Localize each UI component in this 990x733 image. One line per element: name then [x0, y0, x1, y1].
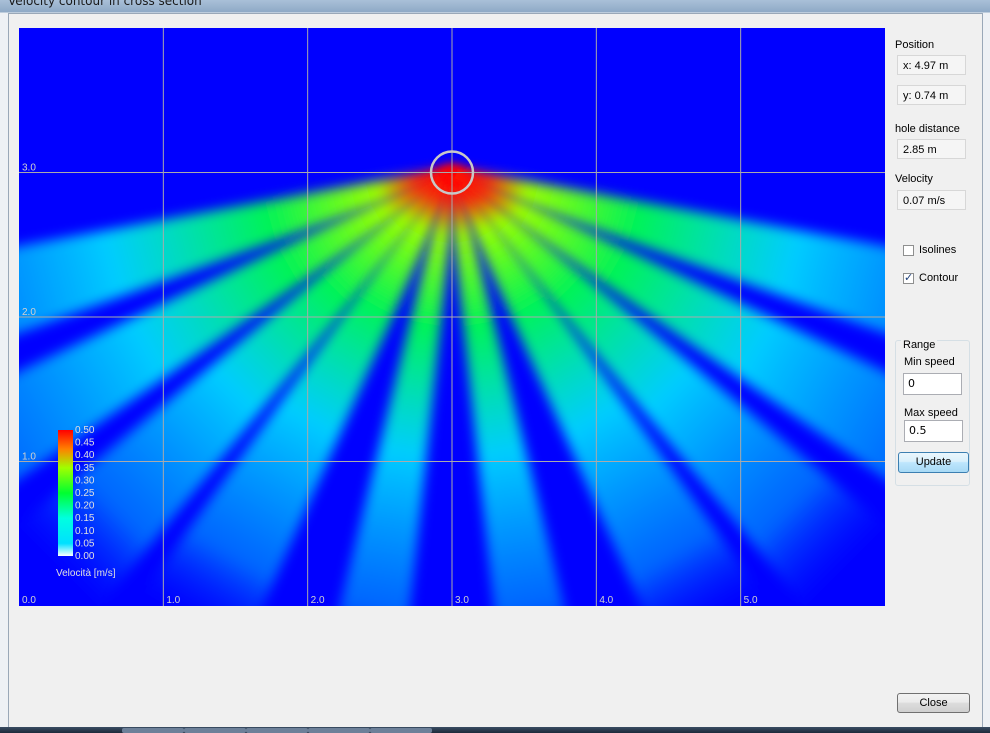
x-tick-label: 0.0	[22, 595, 36, 606]
colorbar-tick-label: 0.25	[75, 488, 95, 499]
range-group-label: Range	[901, 339, 938, 351]
min-speed-label: Min speed	[904, 356, 955, 368]
position-label: Position	[895, 39, 935, 51]
x-tick-label: 2.0	[311, 595, 325, 606]
contour-checkbox-box[interactable]	[903, 271, 914, 284]
taskbar-button[interactable]	[370, 728, 432, 733]
contour-checkbox-label: Contour	[919, 272, 959, 284]
colorbar-tick-label: 0.50	[75, 425, 95, 436]
colorbar-tick-label: 0.45	[75, 438, 95, 449]
velocity-label: Velocity	[895, 173, 933, 185]
contour-chart[interactable]: 0.0 1.0 2.0 3.0 4.0 5.0 1.0 2.0 3.0 0.50 0.450.40 0…	[19, 28, 885, 606]
velocity-readout: 0.07 m/s	[897, 190, 966, 210]
max-speed-label: Max speed	[904, 407, 958, 419]
app-window: Velocity contour in cross section 0.0 1.0…	[0, 0, 990, 733]
colorbar-tick-label: 0.20	[75, 501, 95, 512]
isolines-checkbox[interactable]: Isolines	[903, 244, 956, 256]
position-x-readout: x: 4.97 m	[897, 55, 966, 75]
hole-distance-label: hole distance	[895, 123, 960, 135]
colorbar-tick-label: 0.40	[75, 450, 95, 461]
isolines-checkbox-box[interactable]	[903, 244, 914, 256]
x-tick-label: 1.0	[166, 595, 180, 606]
y-tick-label: 3.0	[22, 163, 36, 174]
taskbar-button[interactable]	[246, 728, 308, 733]
colorbar-tick-label: 0.35	[75, 463, 95, 474]
min-speed-input[interactable]: 0	[903, 373, 962, 395]
x-tick-label: 3.0	[455, 595, 469, 606]
dialog-client: 0.0 1.0 2.0 3.0 4.0 5.0 1.0 2.0 3.0 0.50 0.45 0.40 0…	[8, 13, 983, 731]
velocity-contour-plot[interactable]: 0.0 1.0 2.0 3.0 4.0 5.0 1.0 2.0 3.0 0.50 0.45 0.40 0…	[19, 28, 885, 606]
x-tick-label: 5.0	[744, 595, 758, 606]
taskbar-button[interactable]	[122, 728, 184, 733]
taskbar	[0, 727, 990, 733]
taskbar-button[interactable]	[308, 728, 370, 733]
window-title: Velocity contour in cross section	[8, 0, 202, 8]
max-speed-input[interactable]: 0.5	[904, 420, 963, 442]
x-tick-label: 4.0	[599, 595, 613, 606]
colorbar-tick-label: 0.30	[75, 475, 95, 486]
y-tick-label: 1.0	[22, 452, 36, 463]
colorbar	[58, 430, 73, 556]
colorbar-tick-label: 0.00	[75, 551, 95, 562]
contour-checkbox[interactable]: Contour	[903, 271, 959, 284]
close-button[interactable]: Close	[897, 693, 970, 713]
update-button[interactable]: Update	[898, 452, 969, 473]
hole-distance-readout: 2.85 m	[897, 139, 966, 159]
colorbar-tick-label: 0.05	[75, 538, 95, 549]
colorbar-title: Velocità [m/s]	[56, 568, 116, 579]
isolines-checkbox-label: Isolines	[919, 244, 957, 256]
position-y-readout: y: 0.74 m	[897, 85, 966, 105]
colorbar-tick-label: 0.10	[75, 526, 95, 537]
taskbar-button[interactable]	[184, 728, 246, 733]
y-tick-label: 2.0	[22, 307, 36, 318]
title-bar[interactable]: Velocity contour in cross section	[0, 0, 990, 10]
colorbar-tick-label: 0.15	[75, 513, 95, 524]
